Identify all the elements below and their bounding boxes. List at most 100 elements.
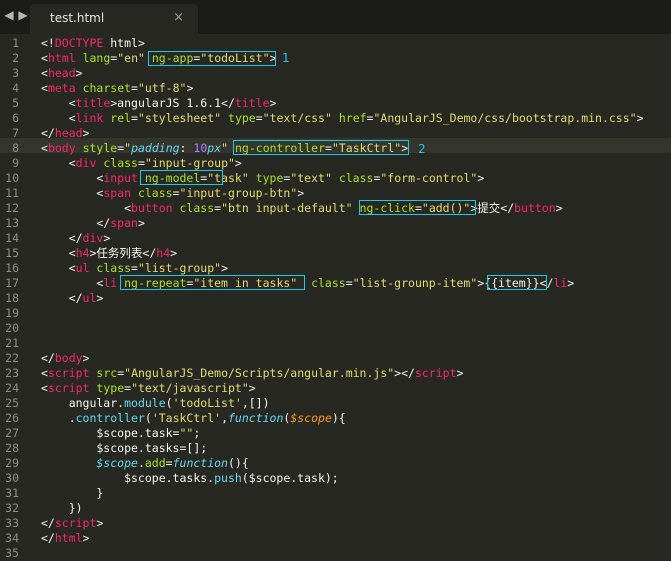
code-token: button (131, 201, 173, 215)
code-line[interactable]: <head> (41, 66, 83, 81)
code-token: class (179, 201, 215, 215)
code-line[interactable]: <h4>任务列表</h4> (41, 246, 177, 261)
code-token: ){ (331, 411, 346, 425)
line-number: 23 (5, 366, 19, 380)
code-token: < (41, 141, 48, 155)
code-token: < (41, 381, 48, 395)
code-line[interactable]: </script> (41, 516, 103, 531)
line-number: 25 (5, 396, 19, 410)
code-token: div (75, 156, 97, 170)
code-line[interactable]: <meta charset="utf-8"> (41, 81, 193, 96)
code-token: "AngularJS_Demo/Scripts/angular.min.js" (124, 366, 395, 380)
code-line[interactable]: </body> (41, 351, 90, 366)
line-number: 10 (5, 171, 19, 185)
code-line[interactable]: </span> (41, 216, 145, 231)
code-token: type (228, 111, 256, 125)
code-token: </ (142, 246, 157, 260)
code-token: $scope.tasks=[]; (41, 441, 208, 455)
code-token: < (41, 81, 48, 95)
code-token: "text/javascript" (131, 381, 249, 395)
tab-test-html[interactable]: test.html × (30, 4, 198, 34)
code-line[interactable]: .controller('TaskCtrl',function($scope){ (41, 411, 346, 426)
code-line[interactable]: </head> (41, 126, 90, 141)
code-token: </ (41, 516, 55, 530)
code-token: input (103, 171, 138, 185)
code-token: < (41, 96, 76, 110)
code-token: class (137, 186, 173, 200)
code-line[interactable]: <button class="btn input-default" ng-cli… (41, 201, 563, 216)
code-token: controller (75, 411, 145, 425)
highlight-ng-model (140, 170, 223, 185)
code-line[interactable]: }) (41, 501, 83, 516)
code-token: body (47, 141, 76, 155)
code-token: module (124, 396, 166, 410)
code-token: script (414, 366, 457, 380)
code-token: <! (41, 36, 55, 50)
code-token: > (477, 171, 485, 185)
code-token: html> (103, 36, 145, 50)
tab-bar: ◀ ▶ test.html × (0, 0, 671, 34)
code-line[interactable]: <script type="text/javascript"> (41, 381, 256, 396)
code-token: href (338, 111, 367, 125)
line-number: 21 (5, 336, 19, 350)
code-token: ul (75, 261, 90, 275)
code-token: < (41, 186, 104, 200)
line-number: 20 (5, 321, 19, 335)
code-token: . (137, 456, 145, 470)
code-line[interactable]: <link rel="stylesheet" type="text/css" h… (41, 111, 644, 126)
code-editor[interactable]: 1 2 3 4 5 6 7 8 9 10 11 12 13 14 15 16 17 18 19 20 21 22 23 24 2… (0, 34, 671, 560)
line-number: 4 (12, 81, 19, 95)
code-line[interactable]: </div> (41, 231, 111, 246)
code-token: function (228, 411, 284, 425)
code-line[interactable]: angular.module('todoList',[]) (41, 396, 270, 411)
code-line[interactable]: <span class="input-group-btn"> (41, 186, 304, 201)
code-line[interactable]: <input ng-model="task" type="text" class… (41, 171, 484, 186)
line-number: 3 (12, 66, 19, 80)
code-token: < (41, 171, 104, 185)
highlight-ng-repeat (120, 275, 305, 290)
code-token: lang (82, 51, 111, 65)
code-line[interactable]: <script src="AngularJS_Demo/Scripts/angu… (41, 366, 463, 381)
code-token: head (54, 126, 83, 140)
code-token: < (41, 201, 132, 215)
code-token: = (131, 261, 138, 275)
line-number: 19 (5, 306, 19, 320)
code-token: 任务列表 (96, 246, 143, 260)
code-token: ( (144, 411, 152, 425)
code-line[interactable]: </html> (41, 531, 90, 546)
line-number: 27 (5, 426, 19, 440)
code-line[interactable]: $scope.tasks=[]; (41, 441, 207, 456)
code-token: title (234, 96, 270, 110)
tab-scroll-right-icon[interactable]: ▶ (16, 7, 30, 23)
code-line[interactable]: <div class="input-group"> (41, 156, 242, 171)
code-line[interactable]: $scope.task=""; (41, 426, 200, 441)
code-token: < (41, 66, 48, 80)
code-token: "form-control" (380, 171, 478, 185)
code-line[interactable]: } (41, 486, 103, 501)
annotation-1: 1 (282, 51, 290, 65)
highlight-ng-click (359, 200, 476, 215)
code-line[interactable]: <title>angularJS 1.6.1</title> (41, 96, 277, 111)
code-line[interactable]: <ul class="list-group"> (41, 261, 228, 276)
code-token: "input-group" (144, 156, 235, 170)
code-token: > (456, 366, 464, 380)
code-line[interactable]: </ul> (41, 291, 104, 306)
code-token: 10 (193, 141, 208, 155)
close-icon[interactable]: × (173, 10, 184, 25)
code-token: px (207, 141, 222, 155)
code-line[interactable]: $scope.add=function(){ (41, 456, 248, 471)
code-token: = (172, 186, 180, 200)
highlight-ng-controller (233, 140, 409, 155)
line-number: 29 (5, 456, 19, 470)
line-number: 31 (5, 486, 19, 500)
tab-scroll-left-icon[interactable]: ◀ (2, 7, 16, 23)
code-line[interactable]: $scope.tasks.push($scope.task); (41, 471, 339, 486)
code-line[interactable]: <!DOCTYPE html> (41, 36, 145, 51)
code-token: "" (179, 426, 194, 440)
code-token: > (186, 81, 194, 95)
code-token: < (41, 276, 104, 290)
code-token: < (41, 366, 48, 380)
code-token: = (131, 81, 138, 95)
code-token: = (345, 276, 353, 290)
